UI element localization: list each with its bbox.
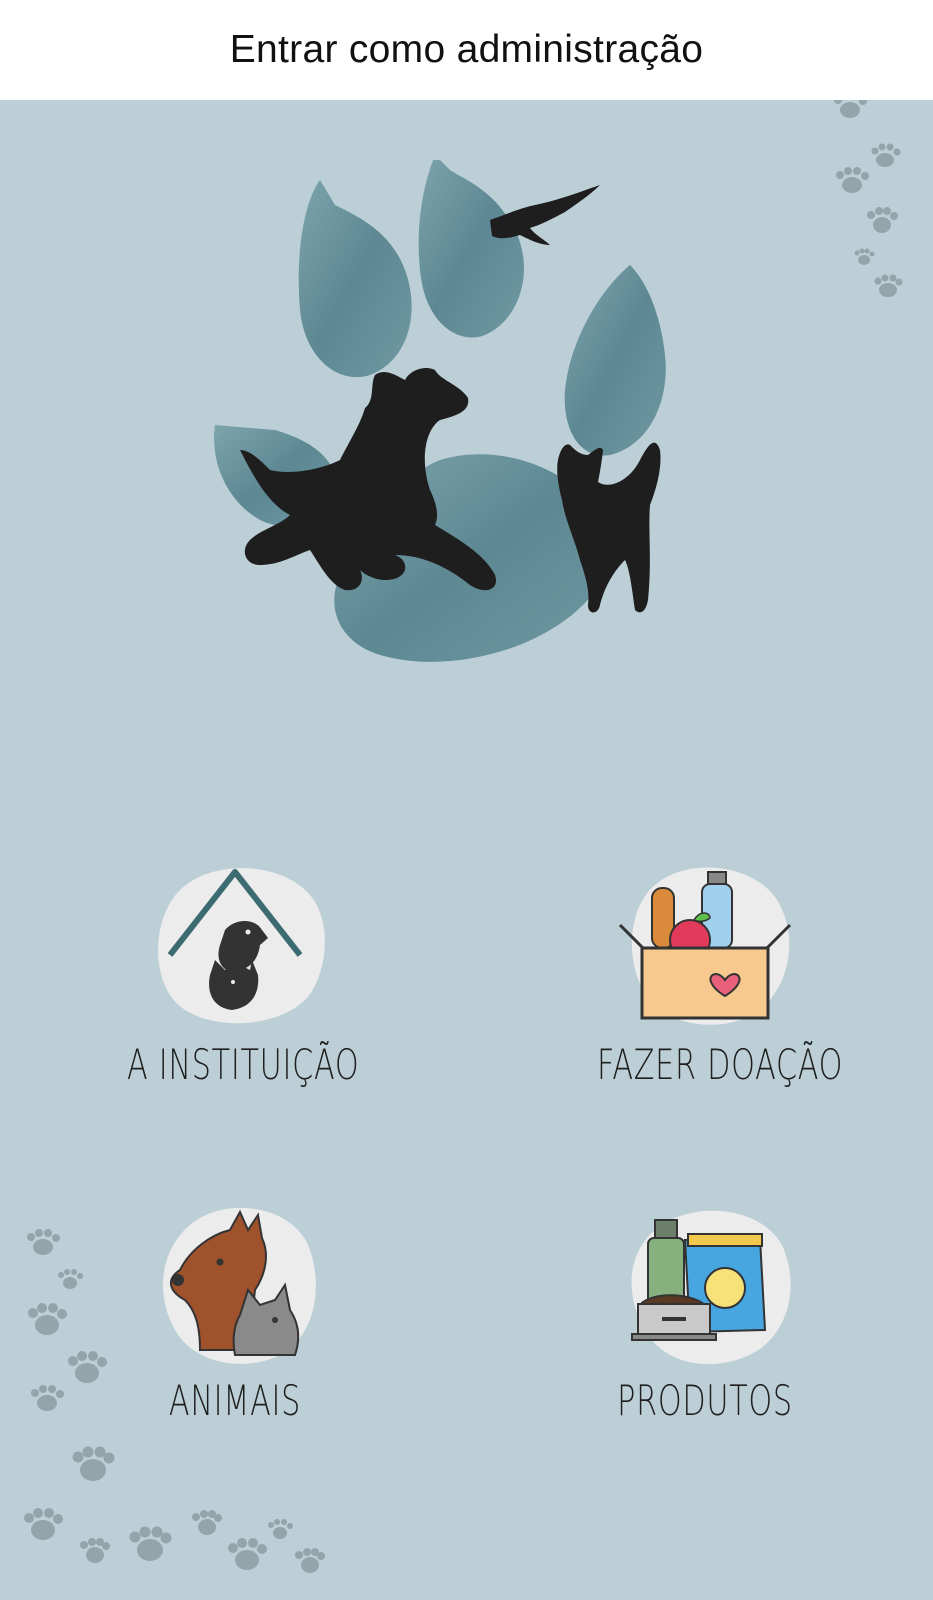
admin-login-link[interactable]: Entrar como administração [230, 28, 704, 72]
paw-animals-logo-icon [214, 155, 666, 662]
paw-prints-decoration-top-right [834, 100, 903, 297]
fazer-doacao-button[interactable]: FAZER DOAÇÃO [555, 860, 855, 1110]
home-screen: A INSTITUIÇÃO FAZER DOAÇÃO ANIMAIS PRODU… [0, 100, 933, 1600]
house-dog-cat-icon [140, 860, 330, 1030]
logo-paw-silhouettes [170, 155, 710, 700]
instituicao-button[interactable]: A INSTITUIÇÃO [85, 860, 385, 1110]
paw-prints-decoration-bottom-left [24, 1229, 325, 1573]
top-bar: Entrar como administração [0, 0, 933, 100]
produtos-label: PRODUTOS [617, 1376, 793, 1425]
pet-food-products-icon [610, 1200, 800, 1370]
donation-box-icon [610, 860, 800, 1030]
fazer-doacao-label: FAZER DOAÇÃO [597, 1040, 844, 1089]
instituicao-label: A INSTITUIÇÃO [126, 1040, 360, 1089]
produtos-button[interactable]: PRODUTOS [555, 1200, 855, 1450]
